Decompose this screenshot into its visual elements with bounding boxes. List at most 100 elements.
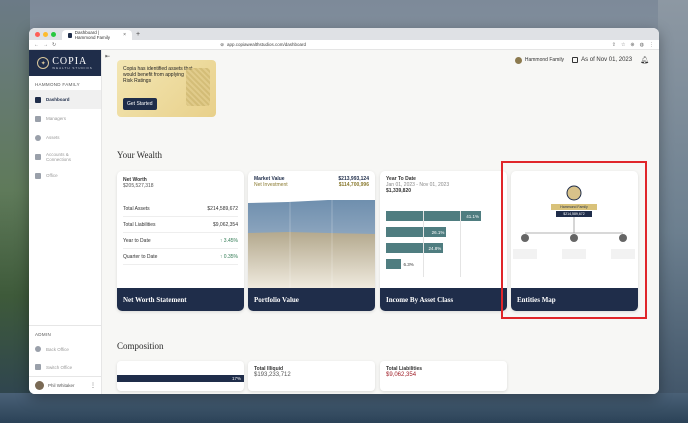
url-field[interactable]: ⊜ app.copiawealthstudios.com/dashboard [220,41,520,48]
net-worth-statement-link[interactable]: Net Worth Statement [117,288,244,311]
illiquid-card[interactable]: Total Illiquid $193,233,712 [248,361,375,391]
row-value: $9,062,354 [212,221,238,228]
site-info-icon[interactable]: ⊜ [220,42,224,48]
ytd-value: $1,339,820 [386,188,412,194]
income-bar: 41.1% [386,211,481,221]
your-wealth-heading: Your Wealth [117,150,162,160]
risk-rating-alert: Copia has identified assets that would b… [117,60,216,117]
sidebar-item-label: Office [46,173,58,178]
net-investment-label: Net Investment [254,182,288,188]
bank-icon [35,153,41,160]
maximize-window-button[interactable] [51,31,56,37]
reload-icon[interactable]: ↻ [52,42,56,48]
sidebar-item-switch-office[interactable]: Switch Office [29,358,102,376]
date-selector[interactable]: As of Nov 01, 2023 [572,57,632,63]
liabilities-card[interactable]: Total Liabilities $9,062,354 [380,361,507,391]
desktop-background-right [658,0,688,423]
menu-icon[interactable]: ⋮ [649,42,654,48]
sidebar-item-dashboard[interactable]: Dashboard [29,90,101,109]
window-controls [35,31,56,37]
portfolio-area-chart [248,197,375,288]
family-crest-icon [514,56,522,64]
income-bar-label: 41.1% [466,213,479,219]
close-tab-icon[interactable]: × [123,32,126,38]
sidebar-item-managers[interactable]: Managers [29,109,101,128]
gridline [423,211,424,277]
portfolio-value-card[interactable]: Market Value Net Investment $213,993,124… [248,171,375,311]
close-window-button[interactable] [35,31,40,37]
admin-section: ADMIN Back Office Switch Office Phil Whi… [29,325,102,394]
net-investment-value: $114,700,996 [338,182,369,188]
get-started-button[interactable]: Get Started [123,98,157,110]
as-of-date: As of Nov 01, 2023 [581,57,633,63]
forward-icon[interactable]: → [43,42,48,48]
extensions-icon[interactable]: ⊕ [630,42,634,48]
globe-icon [35,134,41,141]
sidebar-item-assets[interactable]: Assets [29,128,101,147]
portfolio-value-link[interactable]: Portfolio Value [248,288,375,311]
sidebar-item-back-office[interactable]: Back Office [29,340,102,358]
tab-bar: Dashboard | Hammond Family × + [29,28,659,40]
composition-bar: 17% [117,375,244,382]
collapse-sidebar-icon[interactable]: ⇤ [105,53,110,60]
briefcase-icon [35,172,41,179]
copia-seal-icon: ✦ [37,57,50,69]
income-by-asset-class-link[interactable]: Income By Asset Class [380,288,507,311]
income-card[interactable]: Year To Date Jan 01, 2023 - Nov 01, 2023… [380,171,507,311]
income-bar: 6.3% [386,259,498,269]
row-value: $214,589,672 [207,205,238,212]
url-text: app.copiawealthstudios.com/dashboard [226,42,307,47]
share-icon[interactable]: ⇪ [612,42,616,48]
row-label: Total Liabilities [123,221,156,228]
income-bar-label: 24.8% [428,245,442,251]
desktop-background-left [0,0,30,423]
sidebar-item-label: Assets [46,135,60,140]
family-selector[interactable]: Hammond Family [514,56,565,64]
brand-logo[interactable]: ✦ COPIA WEALTH STUDIOS [29,50,101,76]
profile-icon[interactable]: ◍ [640,42,644,48]
sidebar: ✦ COPIA WEALTH STUDIOS HAMMOND FAMILY Da… [29,50,102,394]
calendar-icon [572,57,579,63]
user-profile[interactable]: Phil Whitaker ⋮ [29,376,102,394]
sidebar-item-label: Dashboard [46,97,70,102]
new-tab-icon[interactable]: + [136,31,140,38]
brand-name: COPIA [52,55,88,67]
net-investment-area [248,232,375,288]
tab-title: Dashboard | Hammond Family [74,30,110,40]
address-bar: ← → ↻ ⊜ app.copiawealthstudios.com/dashb… [29,40,659,50]
bell-icon[interactable]: 🔔︎ [640,56,649,64]
minimize-window-button[interactable] [43,31,48,37]
summary-row: Year to Date ↑ 3.45% [123,233,238,249]
income-bar-label: 6.3% [403,261,414,267]
main-content: ⇤ Hammond Family As of Nov 01, 2023 🔔︎ C… [102,50,659,394]
desktop-background-bottom [0,393,688,423]
income-bar-label: 26.1% [431,229,445,235]
sidebar-item-office[interactable]: Office [29,166,101,185]
net-worth-card[interactable]: Net Worth $205,527,318 Total Assets $214,… [117,171,244,311]
illiquid-value: $193,233,712 [254,372,291,378]
row-value: ↑ 0.35% [219,253,238,260]
income-bar: 24.8% [386,243,444,253]
swap-icon [35,364,41,370]
sidebar-item-label: Switch Office [46,364,73,370]
sidebar-item-label: Managers [46,116,67,121]
income-bar: 26.1% [386,227,447,237]
browser-tab[interactable]: Dashboard | Hammond Family × [62,30,132,40]
composition-bar-card[interactable]: 17% [117,361,244,391]
more-options-icon[interactable]: ⋮ [90,382,96,389]
net-worth-value: $205,527,318 [123,183,154,189]
alert-message: Copia has identified assets that would b… [123,66,193,84]
liabilities-value: $9,062,354 [386,372,417,378]
id-card-icon [35,115,41,122]
gridline [460,211,461,277]
sidebar-item-label: Accounts & Connections [46,151,72,162]
gear-icon [35,346,41,352]
back-icon[interactable]: ← [34,42,39,48]
family-label: HAMMOND FAMILY [35,82,80,87]
family-name: Hammond Family [524,57,565,63]
sidebar-item-accounts[interactable]: Accounts & Connections [29,147,101,166]
sidebar-item-label: Back Office [46,346,69,352]
bookmark-icon[interactable]: ☆ [621,42,625,48]
income-bar-fill [386,259,401,269]
avatar [35,381,44,390]
